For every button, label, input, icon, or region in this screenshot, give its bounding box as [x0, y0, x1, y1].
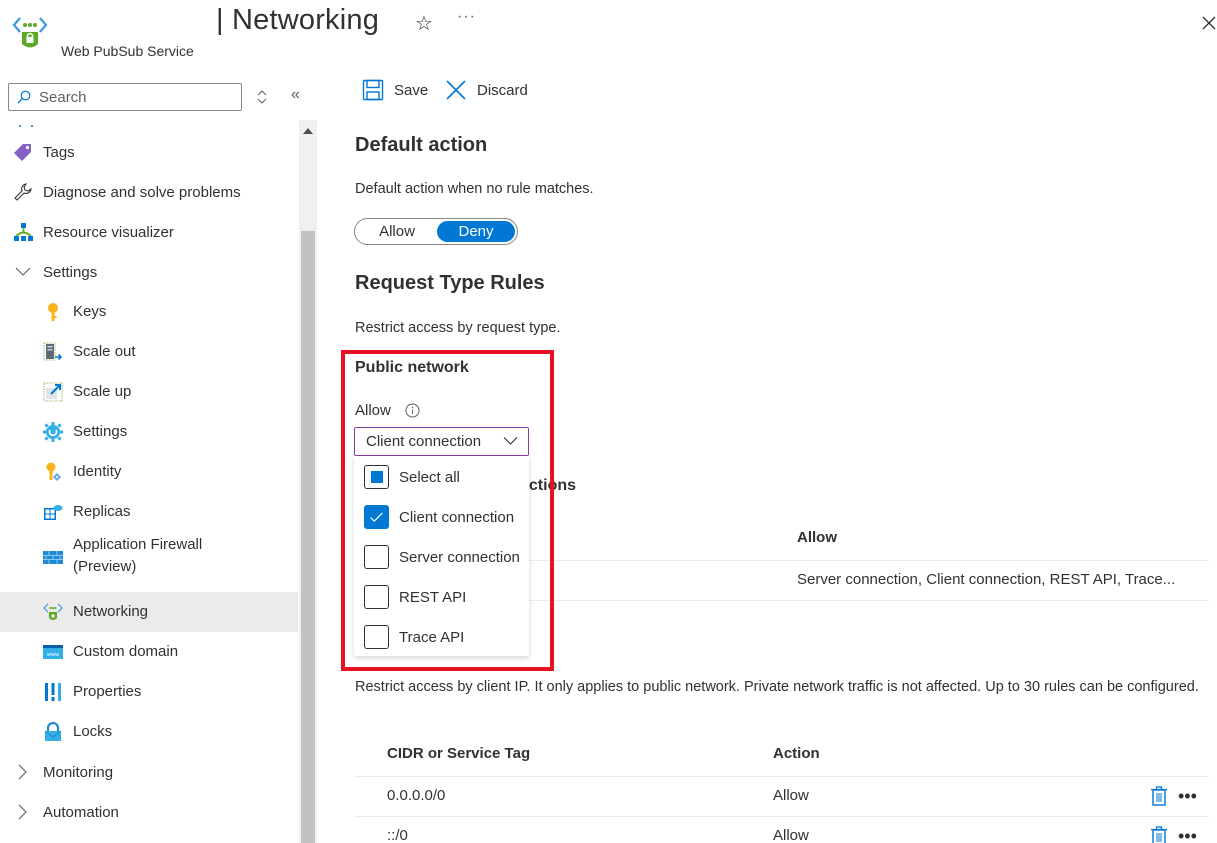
sidebar-group-monitoring[interactable]: Monitoring — [0, 752, 298, 792]
allow-field-label: Allow — [355, 402, 391, 419]
default-action-toggle[interactable]: Allow Deny — [354, 218, 518, 245]
table-divider — [529, 560, 1209, 561]
ip-rule-cidr: ::/0 — [387, 827, 408, 843]
default-action-heading: Default action — [355, 134, 488, 156]
allow-request-type-dropdown[interactable]: Client connection — [354, 427, 529, 456]
sidebar-item-application-firewall[interactable]: Application Firewall (Preview) — [0, 532, 298, 582]
discard-x-icon — [446, 80, 466, 100]
sidebar-item-keys[interactable]: Keys — [0, 292, 298, 332]
scrollbar-thumb[interactable] — [301, 231, 315, 843]
ip-rule-action: Allow — [773, 827, 809, 843]
discard-button[interactable]: Discard — [445, 78, 528, 102]
private-rule-allow-value: Server connection, Client connection, RE… — [797, 571, 1176, 588]
table-divider — [354, 776, 1209, 777]
sidebar-group-automation[interactable]: Automation — [0, 792, 298, 832]
trash-icon[interactable] — [1151, 826, 1167, 843]
chevron-down-icon — [13, 262, 33, 282]
sidebar-search-box[interactable] — [8, 83, 242, 111]
web-pubsub-logo-icon — [12, 14, 48, 52]
checkmark-icon — [370, 511, 383, 522]
sidebar-item-scale-out[interactable]: Scale out — [0, 332, 298, 372]
checkbox-checked[interactable] — [364, 505, 389, 529]
sidebar-item-custom-domain[interactable]: www Custom domain — [0, 632, 298, 672]
close-icon[interactable] — [1199, 13, 1217, 33]
column-header-cidr: CIDR or Service Tag — [387, 745, 531, 762]
sidebar-search-input[interactable] — [39, 88, 229, 106]
request-type-rules-description: Restrict access by request type. — [355, 320, 561, 336]
column-header-allow: Allow — [797, 529, 837, 546]
checkbox-unchecked[interactable] — [364, 585, 389, 609]
chevron-down-icon — [503, 437, 518, 445]
ip-rules-description: Restrict access by client IP. It only ap… — [355, 679, 1199, 695]
ip-rule-action: Allow — [773, 787, 809, 804]
option-server-connection[interactable]: Server connection — [354, 537, 529, 577]
info-icon[interactable] — [405, 403, 420, 418]
firewall-icon — [43, 547, 63, 567]
sidebar-item-resource-visualizer[interactable]: Resource visualizer — [0, 212, 298, 252]
star-icon[interactable]: ☆ — [415, 11, 433, 36]
sidebar-nav: Tags Diagnose and solve problems Resourc… — [0, 120, 298, 843]
ip-rule-cidr: 0.0.0.0/0 — [387, 787, 446, 804]
sidebar-item-tags[interactable]: Tags — [0, 132, 298, 172]
row-more-options-icon[interactable]: ••• — [1178, 827, 1197, 843]
request-type-dropdown-menu: Select all Client connection Server conn… — [354, 456, 529, 656]
lock-icon — [43, 722, 63, 742]
default-action-description: Default action when no rule matches. — [355, 181, 594, 197]
search-icon — [17, 90, 31, 104]
option-select-all[interactable]: Select all — [354, 457, 529, 497]
toggle-deny-option[interactable]: Deny — [437, 221, 515, 242]
option-client-connection[interactable]: Client connection — [354, 497, 529, 537]
www-icon: www — [43, 642, 63, 662]
service-type-label: Web PubSub Service — [61, 43, 194, 59]
row-more-options-icon[interactable]: ••• — [1178, 787, 1197, 805]
save-button[interactable]: Save — [362, 78, 428, 102]
ellipsis-icon[interactable]: ··· — [457, 8, 476, 26]
sidebar-item-identity[interactable]: Identity — [0, 452, 298, 492]
sidebar-item-properties[interactable]: Properties — [0, 672, 298, 712]
request-type-rules-heading: Request Type Rules — [355, 272, 545, 294]
checkbox-unchecked[interactable] — [364, 545, 389, 569]
sidebar-item-diagnose[interactable]: Diagnose and solve problems — [0, 172, 298, 212]
option-trace-api[interactable]: Trace API — [354, 617, 529, 657]
sidebar-item-locks[interactable]: Locks — [0, 712, 298, 752]
table-divider — [354, 816, 1209, 817]
replicas-icon — [43, 502, 63, 522]
trash-icon[interactable] — [1151, 786, 1167, 806]
tag-icon — [13, 142, 33, 162]
page-title: | Networking — [216, 4, 380, 36]
public-network-heading: Public network — [355, 359, 469, 376]
gear-icon — [43, 422, 63, 442]
sidebar-item-settings[interactable]: Settings — [0, 412, 298, 452]
chevron-right-icon — [13, 762, 33, 782]
wrench-icon — [13, 182, 33, 202]
hierarchy-icon — [13, 222, 33, 242]
scale-out-icon — [43, 342, 63, 362]
sort-icon[interactable] — [255, 88, 269, 106]
column-header-action: Action — [773, 745, 820, 762]
sidebar-item-networking[interactable]: Networking — [0, 592, 298, 632]
toggle-allow-option[interactable]: Allow — [357, 221, 437, 242]
networking-icon — [43, 602, 63, 622]
sidebar-item-scale-up[interactable]: Scale up — [0, 372, 298, 412]
checkbox-unchecked[interactable] — [364, 625, 389, 649]
properties-icon — [43, 682, 63, 702]
scale-up-icon — [43, 382, 63, 402]
collapse-sidebar-icon[interactable]: « — [291, 86, 300, 104]
save-icon — [362, 79, 384, 101]
chevron-right-icon — [13, 802, 33, 822]
sidebar-scrollbar[interactable] — [299, 120, 317, 843]
sidebar-group-settings[interactable]: Settings — [0, 252, 298, 292]
table-divider — [529, 600, 1209, 601]
svg-text:www: www — [47, 652, 59, 658]
identity-key-icon — [43, 462, 63, 482]
key-icon — [43, 302, 63, 322]
scroll-up-arrow-icon[interactable] — [303, 128, 313, 134]
sidebar-item-replicas[interactable]: Replicas — [0, 492, 298, 532]
checkbox-indeterminate[interactable] — [364, 465, 389, 489]
option-rest-api[interactable]: REST API — [354, 577, 529, 617]
